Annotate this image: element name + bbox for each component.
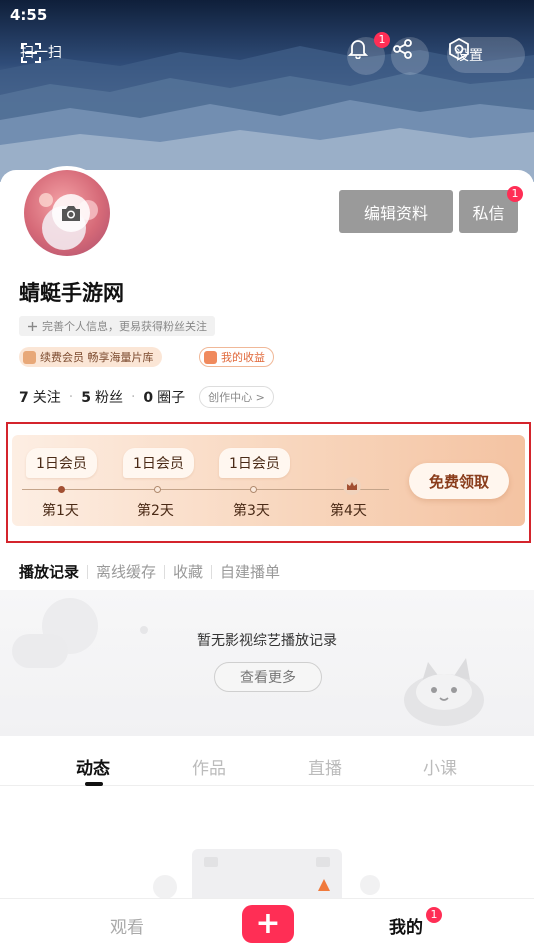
tab-live[interactable]: 直播 — [308, 754, 342, 779]
tab-divider — [211, 564, 213, 579]
day3-node — [250, 486, 257, 493]
mascot-illustration — [404, 658, 484, 726]
history-empty-text: 暂无影视综艺播放记录 — [197, 633, 337, 649]
stat-separator: · — [68, 389, 74, 405]
avatar-image — [24, 170, 110, 256]
circles-label: 圈子 — [157, 390, 186, 406]
day2-reward: 1日会员 — [123, 448, 194, 478]
tab-works[interactable]: 作品 — [192, 754, 226, 779]
status-time: 4:55 — [10, 6, 48, 24]
see-more-button[interactable]: 查看更多 — [214, 662, 322, 692]
private-message-label: 私信 — [472, 203, 505, 223]
complete-profile-tip[interactable]: 完善个人信息，更易获得粉丝关注 — [19, 316, 215, 336]
following-stat[interactable]: 7 关注 — [19, 387, 61, 407]
gear-icon — [449, 37, 469, 61]
day4-label: 第4天 — [330, 503, 367, 519]
wallet-icon — [204, 350, 217, 364]
day1-node — [58, 486, 65, 493]
history-tabs: 播放记录 离线缓存 收藏 自建播单 — [19, 561, 280, 582]
day2-node — [154, 486, 161, 493]
circles-stat[interactable]: 0 圈子 — [143, 387, 185, 407]
private-message-button[interactable]: 私信 1 — [459, 186, 523, 233]
day3-label: 第3天 — [233, 503, 270, 519]
tab-custom-playlist[interactable]: 自建播单 — [220, 561, 280, 582]
scan-button[interactable]: 扫一扫 — [20, 42, 62, 63]
tab-favorites[interactable]: 收藏 — [173, 561, 203, 582]
fans-stat[interactable]: 5 粉丝 — [81, 387, 123, 407]
crown-icon — [343, 477, 361, 495]
vip-renew-text: 续费会员 畅享海量片库 — [40, 351, 154, 364]
empty-film-illustration — [153, 849, 380, 898]
history-empty-state: 暂无影视综艺播放记录 查看更多 — [0, 590, 534, 736]
nav-watch[interactable]: 观看 — [110, 913, 144, 938]
scan-icon — [21, 43, 41, 63]
bottom-nav: 观看 + 我的 1 — [0, 898, 534, 948]
active-tab-indicator — [85, 782, 103, 786]
day1-reward: 1日会员 — [26, 448, 97, 478]
profile-stats: 7 关注 · 5 粉丝 · 0 圈子 创作中心 > — [19, 386, 274, 408]
day3-reward: 1日会员 — [219, 448, 290, 478]
crown-icon — [23, 350, 36, 364]
earnings-text: 我的收益 — [221, 351, 265, 364]
content-tabs: 动态 作品 直播 小课 — [0, 736, 534, 786]
day2-label: 第2天 — [137, 503, 174, 519]
tab-divider — [87, 564, 89, 579]
notification-button[interactable]: 1 — [347, 32, 390, 75]
notification-badge: 1 — [374, 32, 390, 48]
tab-divider — [164, 564, 166, 579]
mine-badge: 1 — [426, 907, 442, 923]
stat-separator: · — [130, 389, 136, 405]
edit-profile-button[interactable]: 编辑资料 — [339, 190, 453, 233]
circles-count: 0 — [143, 390, 154, 406]
nav-mine[interactable]: 我的 — [389, 913, 423, 938]
following-count: 7 — [19, 390, 29, 406]
vip-renew-chip[interactable]: 续费会员 畅享海量片库 — [19, 347, 162, 367]
member-checkin-card: 1日会员 1日会员 1日会员 第1天 第2天 第3天 第4天 免费领取 — [12, 435, 525, 526]
bell-icon — [347, 40, 369, 59]
share-icon — [393, 39, 412, 59]
share-button[interactable] — [391, 37, 429, 75]
claim-free-button[interactable]: 免费领取 — [409, 463, 509, 499]
profile-section: 编辑资料 私信 1 蜻蜓手游网 完善个人信息，更易获得粉丝关注 续费会员 畅享海… — [0, 166, 534, 420]
fans-label: 粉丝 — [94, 390, 123, 406]
day1-label: 第1天 — [42, 503, 79, 519]
mountain-background — [0, 46, 534, 182]
tab-courses[interactable]: 小课 — [423, 754, 457, 779]
earnings-chip[interactable]: 我的收益 — [199, 347, 274, 367]
plus-icon — [28, 321, 37, 331]
avatar[interactable] — [20, 166, 114, 260]
header-banner: 4:55 扫一扫 1 设置 — [0, 0, 534, 182]
camera-icon — [62, 206, 80, 221]
fans-count: 5 — [81, 390, 91, 406]
following-label: 关注 — [32, 390, 61, 406]
message-badge: 1 — [507, 186, 523, 202]
tab-dynamics[interactable]: 动态 — [76, 754, 110, 779]
dynamics-empty-state — [0, 787, 534, 898]
tab-play-history[interactable]: 播放记录 — [19, 561, 79, 582]
tab-offline-cache[interactable]: 离线缓存 — [96, 561, 156, 582]
camera-button[interactable] — [52, 194, 90, 232]
username: 蜻蜓手游网 — [19, 281, 124, 305]
settings-button[interactable]: 设置 — [447, 37, 525, 73]
progress-track — [22, 489, 389, 490]
complete-profile-text: 完善个人信息，更易获得粉丝关注 — [42, 320, 207, 333]
create-button[interactable]: + — [242, 905, 294, 943]
creator-center-button[interactable]: 创作中心 > — [199, 386, 274, 408]
